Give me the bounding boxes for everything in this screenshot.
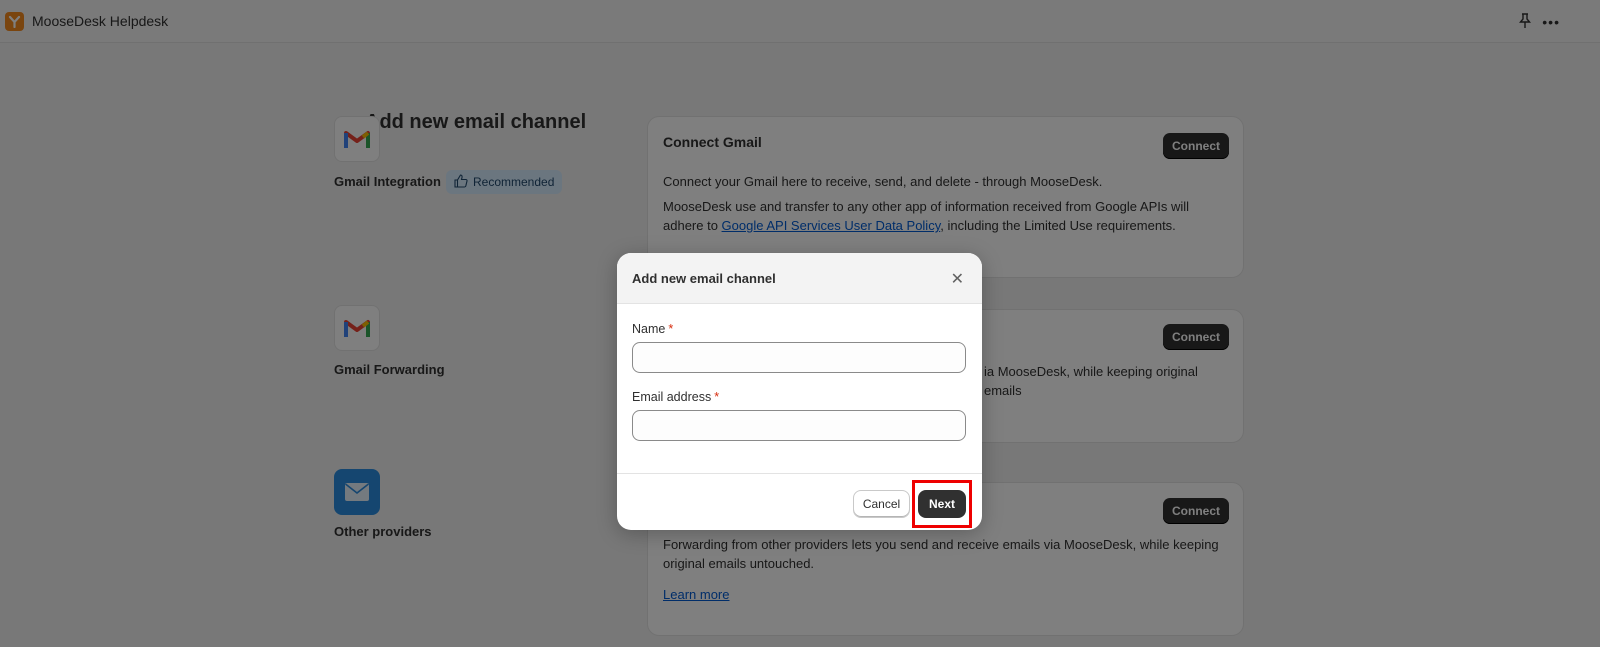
close-icon[interactable]: ✕: [951, 269, 964, 289]
email-address-input[interactable]: [632, 410, 966, 441]
email-label-text: Email address: [632, 390, 712, 404]
cancel-button[interactable]: Cancel: [853, 490, 910, 518]
modal-title: Add new email channel: [632, 271, 776, 286]
required-mark: *: [714, 390, 720, 404]
name-label-text: Name: [632, 322, 666, 336]
name-input[interactable]: [632, 342, 966, 373]
next-button-highlight: [912, 480, 972, 528]
modal-footer-divider: [617, 473, 982, 474]
name-label: Name *: [632, 322, 673, 336]
email-address-label: Email address *: [632, 390, 719, 404]
modal-header: Add new email channel ✕: [617, 253, 982, 304]
required-mark: *: [668, 322, 674, 336]
